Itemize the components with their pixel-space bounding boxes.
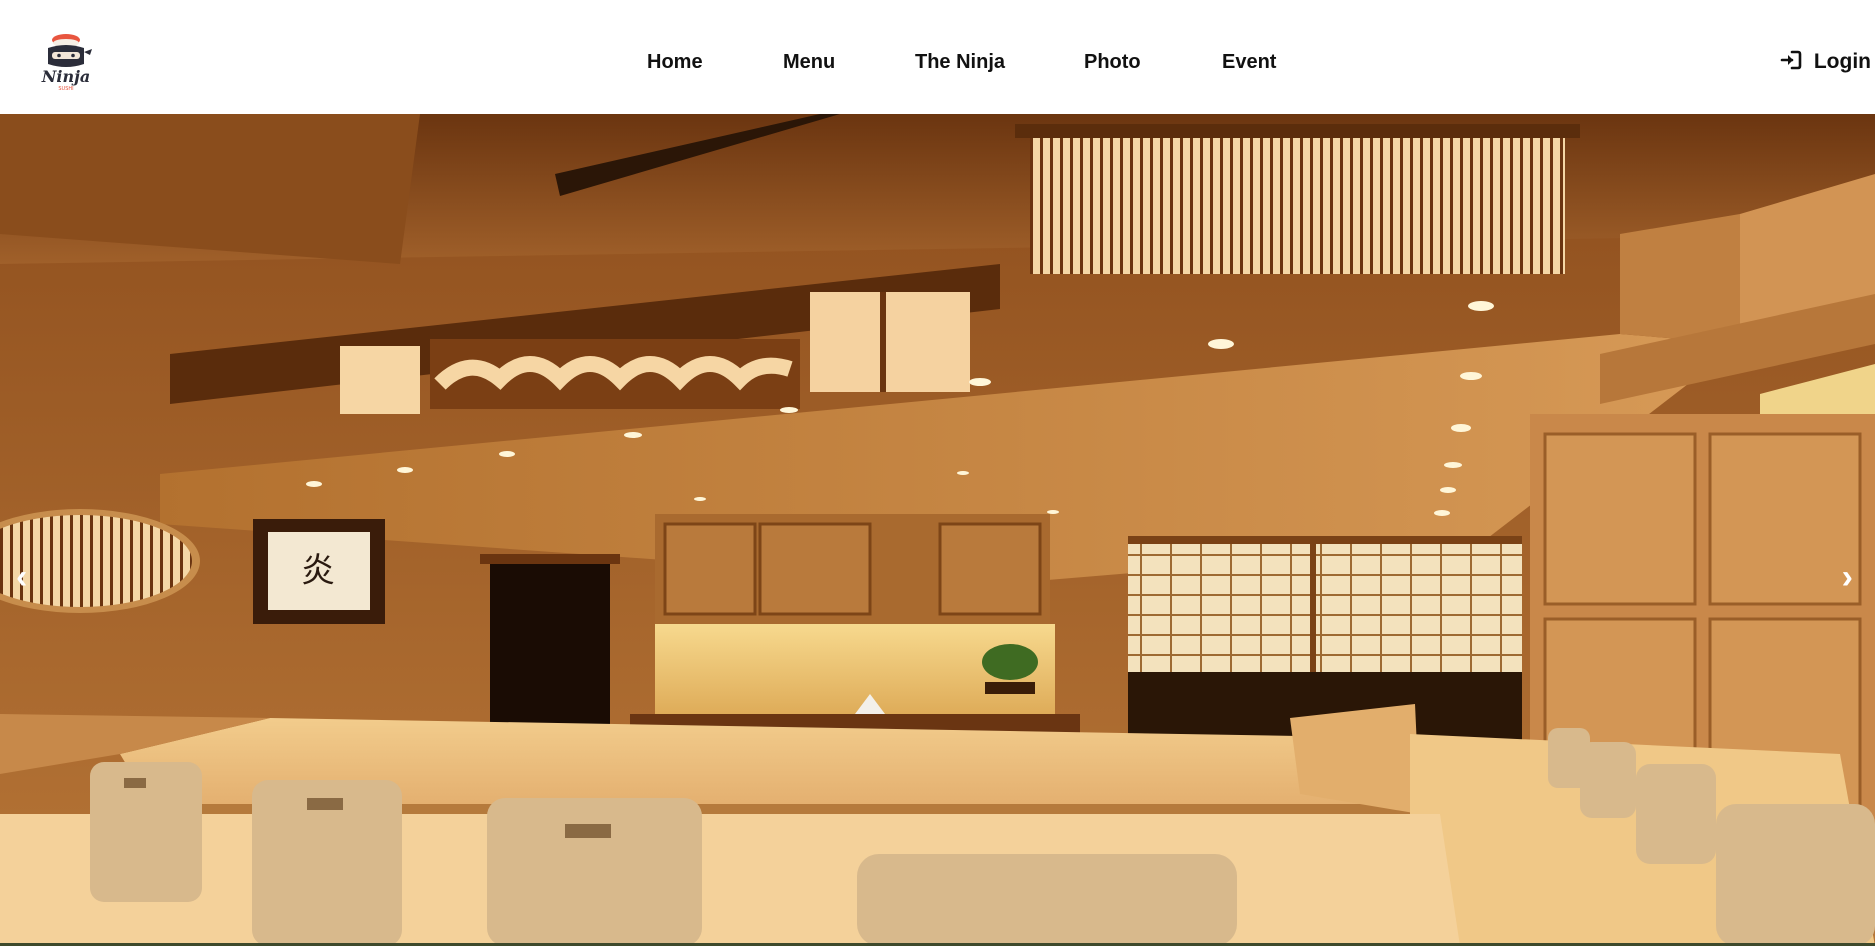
nav-the-ninja[interactable]: The Ninja [915, 48, 1005, 76]
nav-photo[interactable]: Photo [1084, 48, 1141, 76]
carousel-next-button[interactable]: › [1842, 560, 1853, 594]
carousel-prev-button[interactable]: ‹ [16, 560, 27, 594]
logo-subtext: SUSHI [58, 86, 73, 92]
login-label: Login [1813, 50, 1871, 73]
sign-in-icon [1780, 50, 1802, 75]
calligraphy-art: 炎 [301, 551, 335, 591]
nav-menu[interactable]: Menu [783, 48, 835, 76]
login-link[interactable]: Login [1780, 48, 1871, 76]
nav-home[interactable]: Home [647, 48, 703, 76]
site-header: Ninja SUSHI Home Menu The Ninja Photo Ev… [0, 0, 1875, 114]
hero-carousel: 炎 ‹ › [0, 114, 1875, 946]
restaurant-interior-image: 炎 [0, 114, 1875, 946]
main-nav: Home Menu The Ninja Photo Event [0, 48, 1875, 76]
nav-event[interactable]: Event [1222, 48, 1276, 76]
